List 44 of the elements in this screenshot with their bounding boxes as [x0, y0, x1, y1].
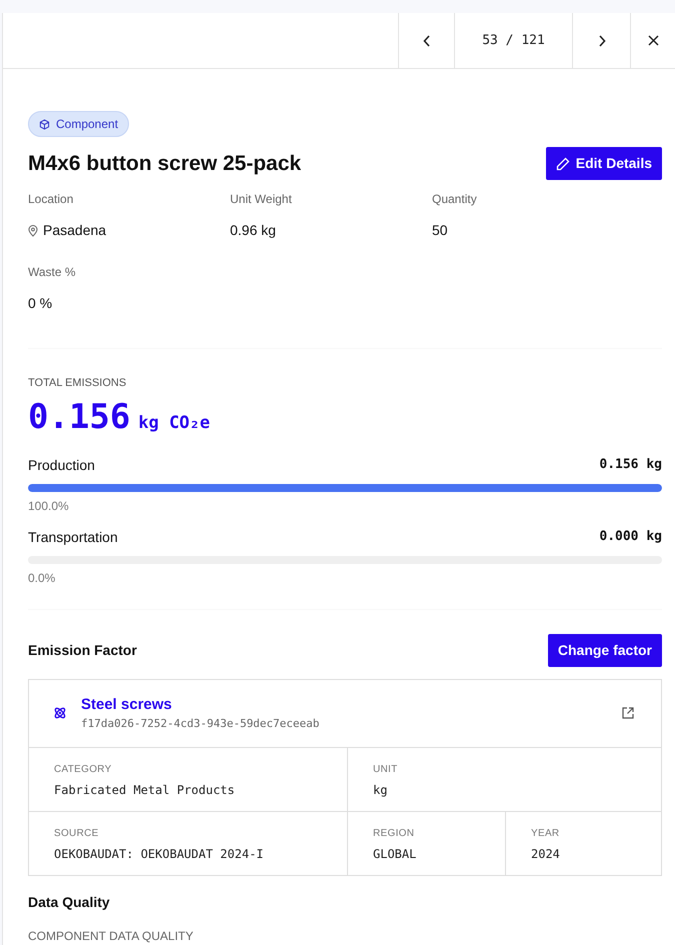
category-tag: Component: [28, 111, 130, 137]
field-value: 0.96 kg: [230, 221, 276, 240]
breakdown-percent: 100.0%: [28, 498, 70, 514]
section-heading: Data Quality: [28, 892, 111, 912]
cell-value: Fabricated Metal Products: [54, 782, 236, 798]
cell-value: 2024: [531, 846, 561, 862]
cell-value: GLOBAL: [373, 846, 418, 862]
chevron-right-icon: [598, 34, 606, 46]
atom-icon: [53, 706, 67, 720]
cell-label: CATEGORY: [54, 762, 113, 776]
breakdown-name: Production: [28, 456, 95, 474]
cell-label: SOURCE: [54, 826, 100, 840]
field-value: Pasadena: [43, 221, 106, 240]
item-title: M4x6 button screw 25-pack: [28, 150, 302, 176]
cell-value: kg: [373, 782, 388, 798]
total-emissions-value: 0.156: [28, 396, 130, 438]
breakdown-amount: 0.000 kg: [599, 528, 662, 546]
cell-value: OEKOBAUDAT: OEKOBAUDAT 2024-I: [54, 846, 265, 862]
external-link-icon[interactable]: [621, 706, 635, 720]
factor-name-link[interactable]: Steel screws: [81, 696, 172, 712]
section-heading: Emission Factor: [28, 640, 137, 660]
emissions-unit: kg CO₂e: [138, 412, 210, 434]
change-factor-button[interactable]: Change factor: [548, 634, 662, 666]
field-label: Waste %: [28, 264, 77, 281]
field-label: Unit Weight: [230, 191, 293, 208]
factor-id: f17da026-7252-4cd3-943e-59dec7eceeab: [81, 716, 320, 732]
edit-details-button[interactable]: Edit Details: [546, 147, 662, 180]
chevron-left-icon: [422, 34, 430, 46]
section-subtitle: COMPONENT DATA QUALITY: [28, 928, 194, 944]
breakdown-amount: 0.156 kg: [599, 456, 662, 474]
cell-label: YEAR: [531, 826, 560, 840]
close-icon: [648, 35, 658, 46]
cell-label: UNIT: [373, 762, 399, 776]
cell-label: REGION: [373, 826, 416, 840]
location-pin-icon: [28, 224, 38, 236]
total-emissions-label: TOTAL EMISSIONS: [28, 376, 128, 391]
cube-icon: [39, 118, 50, 130]
field-label: Quantity: [432, 191, 478, 208]
breakdown-percent: 0.0%: [28, 570, 56, 586]
pencil-icon: [556, 156, 570, 170]
field-value: 0 %: [28, 294, 52, 313]
field-value: 50: [432, 221, 448, 240]
breakdown-name: Transportation: [28, 528, 118, 547]
field-label: Location: [28, 191, 74, 208]
